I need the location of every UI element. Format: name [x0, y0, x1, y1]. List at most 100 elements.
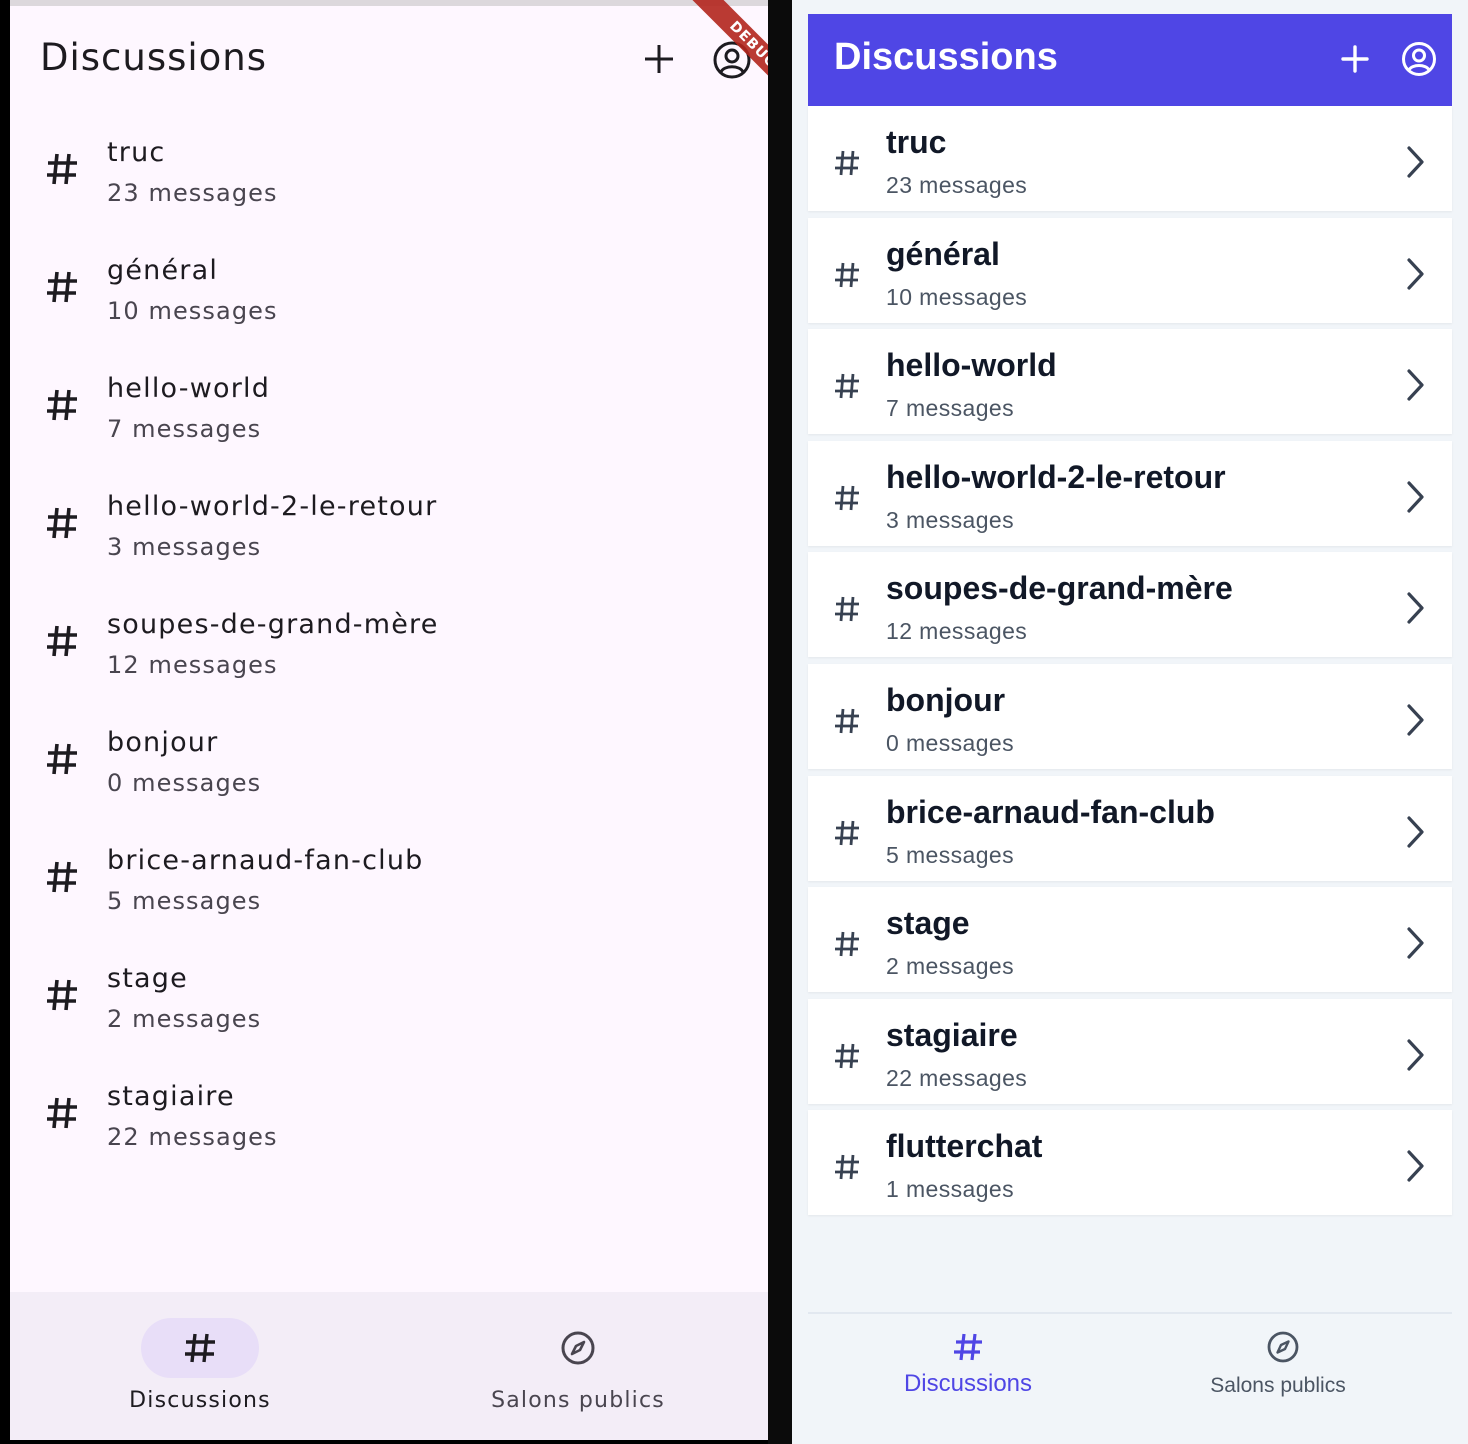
channel-list-item[interactable]: bonjour 0 messages [10, 701, 768, 819]
channel-card[interactable]: stagiaire 22 messages [808, 998, 1452, 1104]
account-circle-icon [1402, 42, 1436, 76]
channel-name: bonjour [886, 681, 1006, 718]
channel-name: hello-world [107, 373, 271, 404]
channel-name: brice-arnaud-fan-club [886, 793, 1215, 830]
channel-message-count: 1 messages [886, 1176, 1015, 1203]
channel-message-count: 23 messages [107, 179, 278, 207]
add-channel-button[interactable] [638, 38, 680, 80]
channel-list-item[interactable]: hello-world 7 messages [10, 347, 768, 465]
channel-name: soupes-de-grand-mère [886, 570, 1233, 607]
hashtag-icon [835, 485, 859, 510]
hashtag-icon [47, 743, 77, 775]
hashtag-icon [47, 979, 77, 1011]
material-app-screen: Discussions DEBUG truc 23 messages général… [10, 0, 768, 1440]
channel-card[interactable]: truc 23 messages [808, 106, 1452, 211]
hashtag-icon [835, 150, 859, 176]
hashtag-icon [47, 389, 77, 421]
channel-name: général [107, 255, 219, 286]
nav-label: Discussions [903, 1370, 1033, 1397]
channel-list-item[interactable]: général 10 messages [10, 229, 768, 347]
chevron-right-icon [1407, 927, 1424, 959]
channel-message-count: 2 messages [886, 953, 1015, 980]
channel-name: hello-world-2-le-retour [886, 458, 1226, 495]
nav-label: Salons publics [491, 1388, 665, 1413]
chevron-right-icon [1407, 146, 1424, 178]
channel-card[interactable]: hello-world 7 messages [808, 329, 1452, 435]
page-title: Discussions [40, 36, 268, 79]
hashtag-icon [47, 153, 77, 185]
channel-list-item[interactable]: stage 2 messages [10, 937, 768, 1055]
channel-message-count: 12 messages [886, 618, 1028, 645]
chevron-right-icon [1407, 592, 1424, 624]
tailwind-app-screen: Discussions truc 23 messages général 10 mes… [792, 0, 1468, 1444]
channel-message-count: 10 messages [107, 297, 278, 325]
hashtag-icon [835, 262, 859, 287]
nav-label: Discussions [129, 1388, 271, 1413]
channel-message-count: 3 messages [107, 533, 262, 561]
nav-item-discussions[interactable]: Discussions [50, 1292, 350, 1440]
channel-list-item[interactable]: soupes-de-grand-mère 12 messages [10, 583, 768, 701]
channel-name: général [886, 235, 1000, 272]
channel-list: truc 23 messages général 10 messages hello-w… [10, 111, 768, 1173]
nav-label: Salons publics [1210, 1374, 1346, 1397]
nav-item-discussions[interactable]: Discussions [808, 1314, 1128, 1444]
chevron-right-icon [1407, 704, 1424, 736]
account-button[interactable] [1400, 40, 1438, 78]
channel-message-count: 10 messages [886, 283, 1028, 310]
nav-item-public-rooms[interactable]: Salons publics [1130, 1314, 1450, 1444]
channel-message-count: 7 messages [886, 395, 1015, 422]
channel-name: truc [107, 137, 166, 168]
plus-icon [1341, 45, 1369, 73]
channel-name: brice-arnaud-fan-club [107, 845, 424, 876]
hashtag-icon [47, 271, 77, 303]
nav-item-public-rooms[interactable]: Salons publics [428, 1292, 728, 1440]
hashtag-icon [47, 861, 77, 893]
bottom-navigation: Discussions Salons publics [808, 1312, 1452, 1444]
chevron-right-icon [1407, 481, 1424, 513]
channel-message-count: 22 messages [107, 1123, 278, 1151]
hashtag-icon [185, 1333, 215, 1363]
channel-name: stagiaire [886, 1016, 1018, 1053]
chevron-right-icon [1407, 1150, 1424, 1182]
hashtag-icon [47, 625, 77, 657]
hashtag-icon [835, 820, 859, 845]
channel-name: bonjour [107, 727, 219, 758]
hashtag-icon [835, 597, 859, 622]
hashtag-icon [835, 374, 859, 399]
chevron-right-icon [1407, 815, 1424, 848]
page-title: Discussions [834, 36, 1058, 78]
channel-name: hello-world [886, 347, 1057, 384]
hashtag-icon [835, 1155, 859, 1180]
channel-name: stagiaire [107, 1081, 235, 1112]
chevron-right-icon [1407, 257, 1424, 290]
channel-card[interactable]: flutterchat 1 messages [808, 1110, 1452, 1216]
chevron-right-icon [1407, 369, 1424, 401]
add-channel-button[interactable] [1338, 42, 1372, 76]
chevron-right-icon [1407, 1039, 1424, 1071]
channel-card[interactable]: bonjour 0 messages [808, 663, 1452, 769]
hashtag-icon [47, 1097, 77, 1129]
channel-name: truc [886, 124, 947, 160]
channel-message-count: 22 messages [886, 1064, 1028, 1091]
channel-name: hello-world-2-le-retour [107, 491, 438, 522]
channel-list-item[interactable]: hello-world-2-le-retour 3 messages [10, 465, 768, 583]
app-header: Discussions [808, 14, 1452, 106]
channel-message-count: 12 messages [107, 651, 278, 679]
hashtag-icon [835, 1043, 859, 1068]
channel-list: truc 23 messages général 10 messages hello-w… [808, 106, 1452, 1222]
channel-card[interactable]: soupes-de-grand-mère 12 messages [808, 552, 1452, 658]
channel-name: stage [107, 963, 188, 994]
channel-message-count: 23 messages [886, 172, 1028, 198]
channel-card[interactable]: stage 2 messages [808, 887, 1452, 993]
channel-name: stage [886, 905, 970, 942]
channel-card[interactable]: hello-world-2-le-retour 3 messages [808, 440, 1452, 546]
channel-name: flutterchat [886, 1128, 1043, 1165]
channel-list-item[interactable]: brice-arnaud-fan-club 5 messages [10, 819, 768, 937]
channel-list-item[interactable]: truc 23 messages [10, 111, 768, 229]
channel-list-item[interactable]: stagiaire 22 messages [10, 1055, 768, 1173]
hashtag-icon [835, 932, 859, 957]
channel-card[interactable]: général 10 messages [808, 217, 1452, 323]
channel-message-count: 5 messages [107, 887, 262, 915]
channel-card[interactable]: brice-arnaud-fan-club 5 messages [808, 775, 1452, 881]
hashtag-icon [47, 507, 77, 539]
